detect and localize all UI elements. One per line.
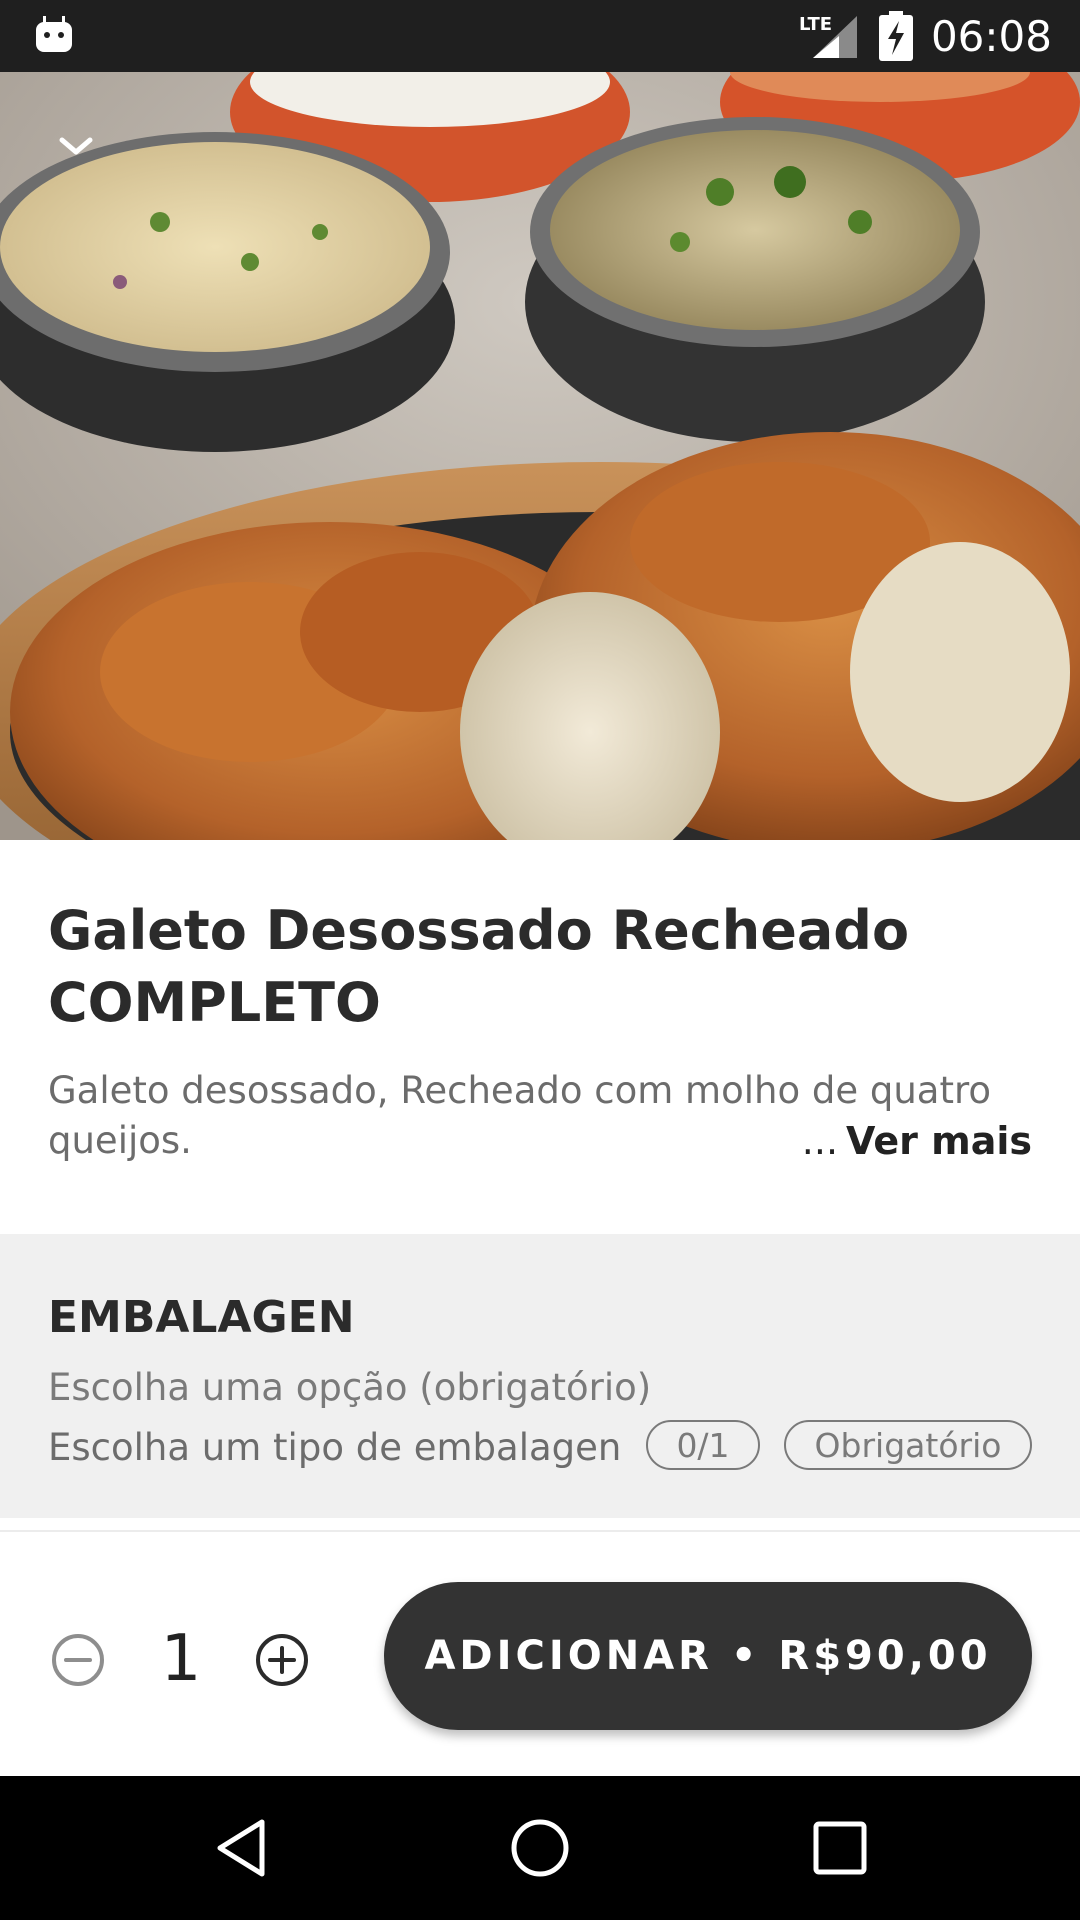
ver-mais-link[interactable]: ... Ver mais bbox=[802, 1116, 1032, 1166]
system-nav-bar bbox=[0, 1776, 1080, 1920]
product-description: Galeto desossado, Recheado com molho de … bbox=[48, 1066, 1032, 1176]
option-group-title: EMBALAGEN bbox=[48, 1292, 355, 1343]
product-image bbox=[0, 72, 1080, 840]
product-title: Galeto Desossado Recheado COMPLETO bbox=[48, 895, 1008, 1039]
quantity-value: 1 bbox=[160, 1622, 202, 1696]
chevron-down-icon bbox=[59, 137, 93, 155]
product-title-line1: Galeto Desossado Recheado bbox=[48, 899, 910, 962]
collapse-button[interactable] bbox=[58, 134, 108, 184]
recents-square-icon[interactable] bbox=[802, 1810, 878, 1886]
selection-count-badge: 0/1 bbox=[646, 1420, 760, 1470]
option-group-subtitle: Escolha uma opção (obrigatório) bbox=[48, 1366, 652, 1409]
product-title-line2: COMPLETO bbox=[48, 971, 381, 1034]
status-bar: LTE 06:08 bbox=[0, 0, 1080, 72]
clock: 06:08 bbox=[930, 11, 1052, 61]
android-app-icon bbox=[36, 16, 72, 52]
minus-circle-icon[interactable] bbox=[50, 1632, 106, 1688]
required-badge: Obrigatório bbox=[784, 1420, 1032, 1470]
option-group-instruction: Escolha um tipo de embalagen bbox=[48, 1426, 622, 1469]
ellipsis: ... bbox=[801, 1119, 839, 1163]
home-circle-icon[interactable] bbox=[502, 1810, 578, 1886]
plus-circle-icon[interactable] bbox=[254, 1632, 310, 1688]
signal-icon: LTE bbox=[799, 12, 859, 60]
option-group-embalagen[interactable]: EMBALAGEN Escolha uma opção (obrigatório… bbox=[0, 1234, 1080, 1518]
ver-mais-label: Ver mais bbox=[846, 1119, 1032, 1163]
add-to-cart-button[interactable]: ADICIONAR • R$90,00 bbox=[384, 1582, 1032, 1730]
back-triangle-icon[interactable] bbox=[204, 1810, 280, 1886]
add-to-cart-bar: 1 ADICIONAR • R$90,00 bbox=[0, 1530, 1080, 1778]
battery-charging-icon bbox=[878, 11, 913, 61]
